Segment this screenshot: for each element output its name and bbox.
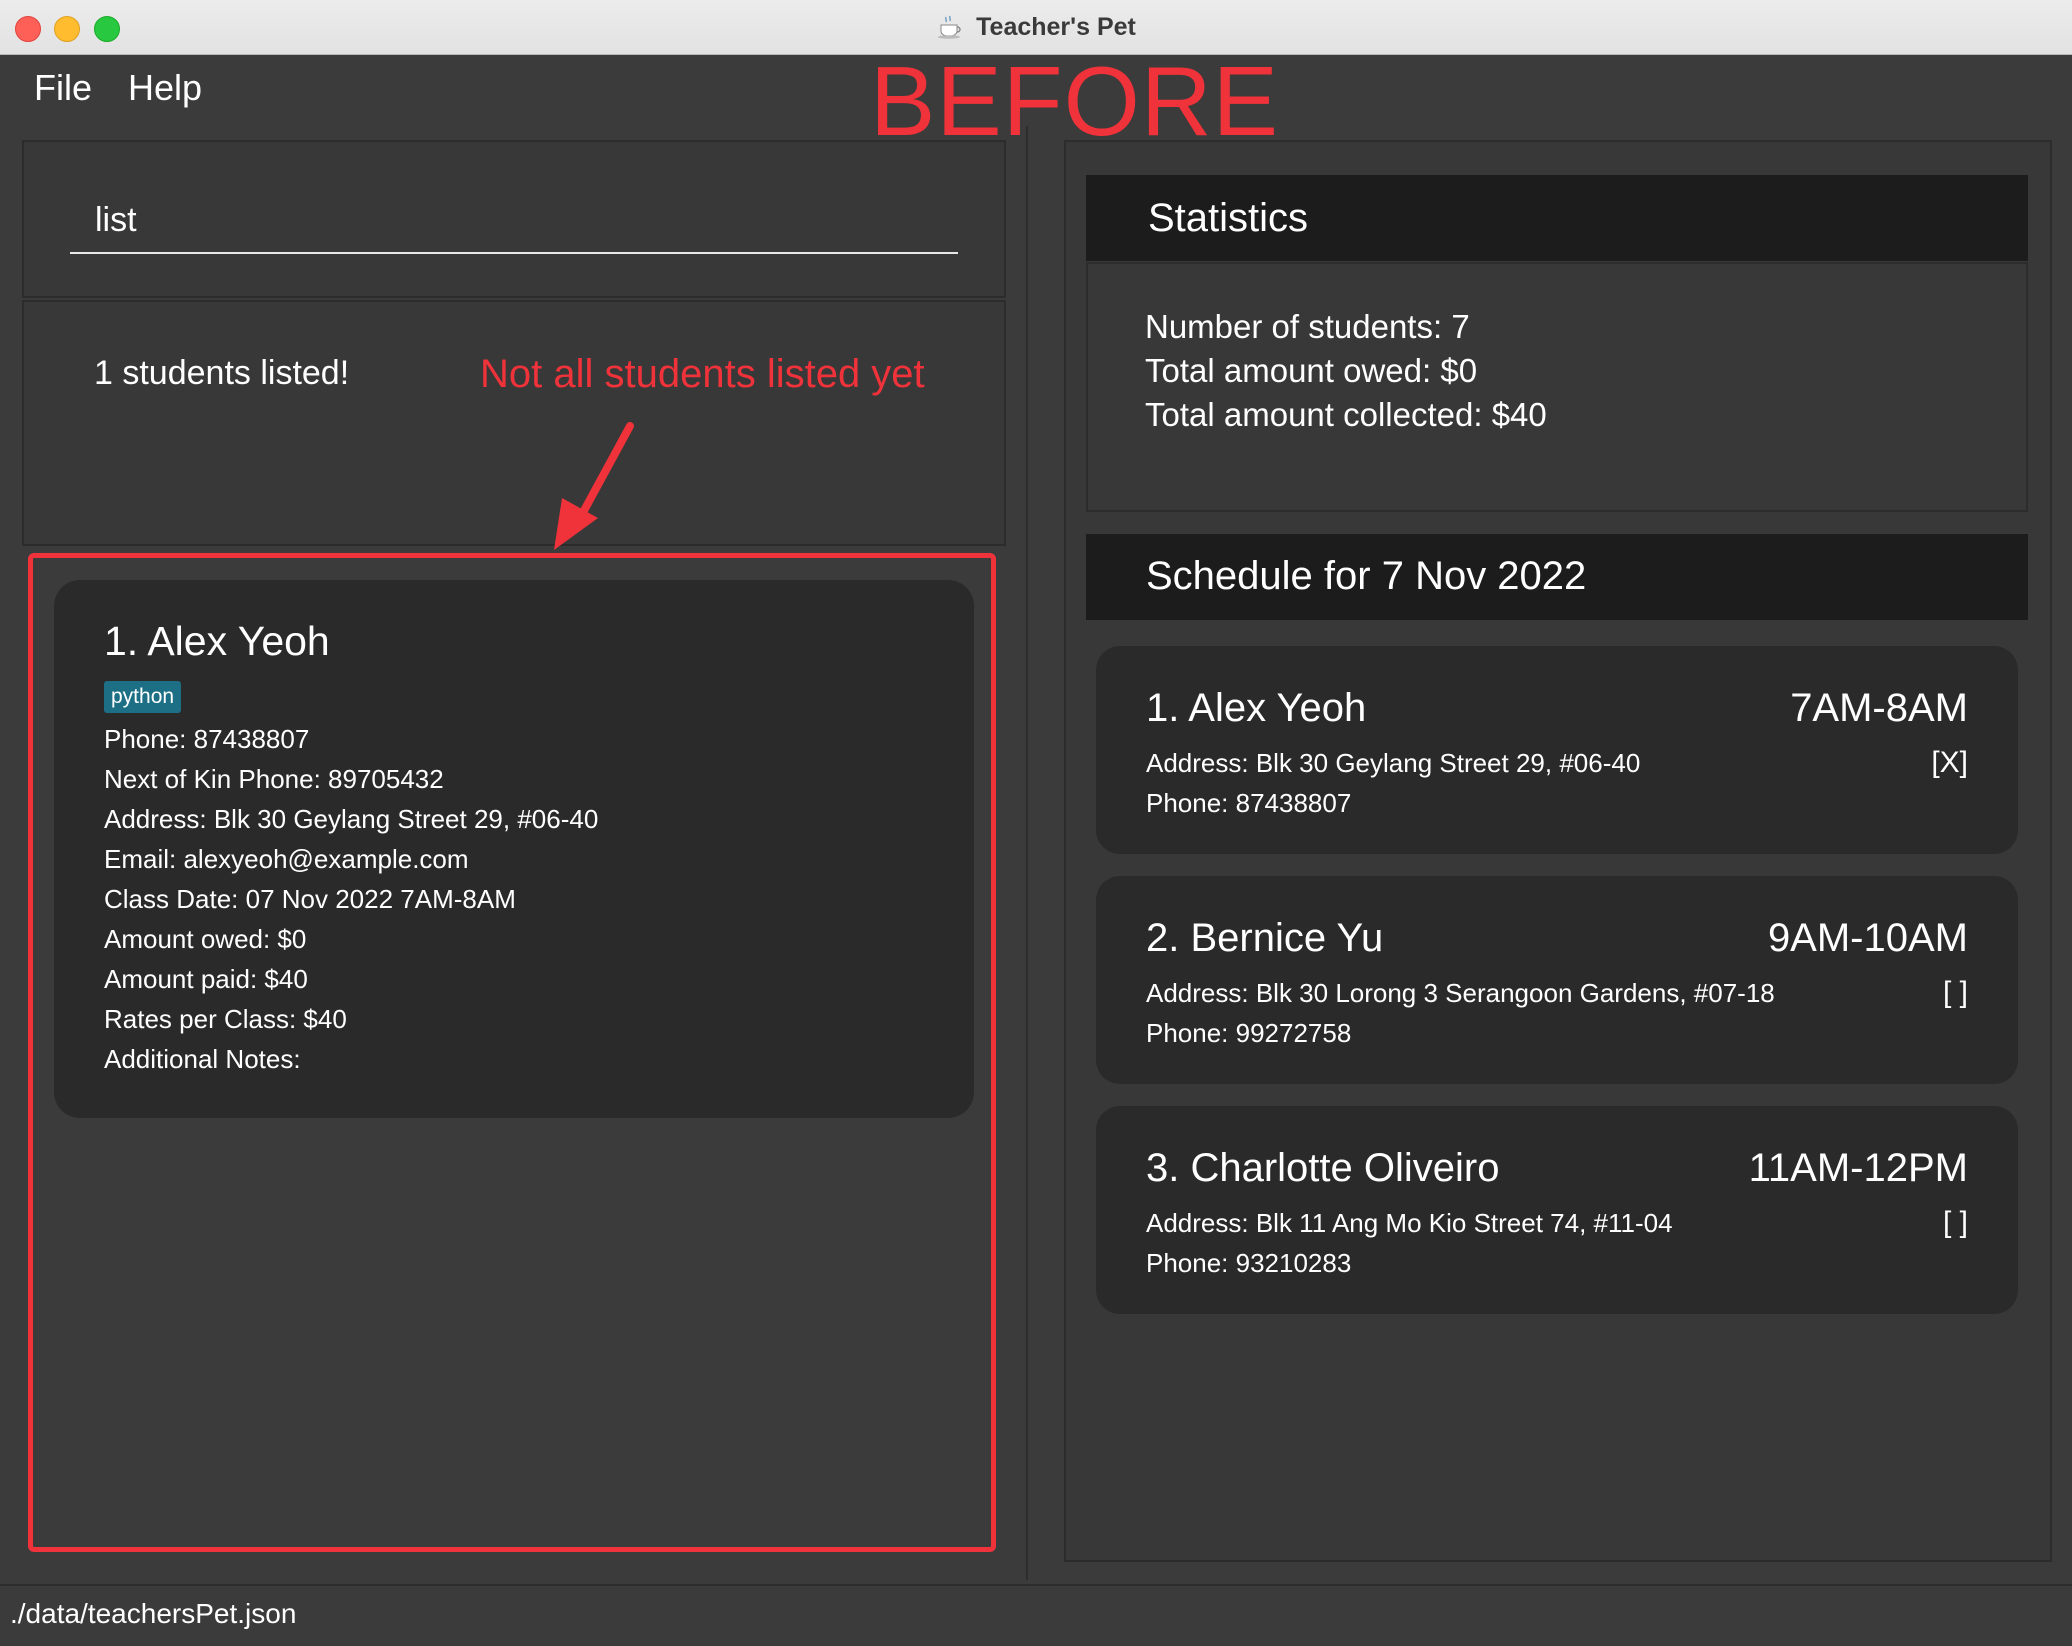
schedule-phone: Phone: 99272758 [1146,1018,1352,1048]
student-nok-phone: Next of Kin Phone: 89705432 [104,764,444,794]
schedule-student-name: 3. Charlotte Oliveiro [1146,1146,1500,1190]
result-display-panel [22,300,1006,546]
schedule-address: Address: Blk 30 Geylang Street 29, #06-4… [1146,748,1641,778]
schedule-title: Schedule for 7 Nov 2022 [1146,554,1587,598]
schedule-address: Address: Blk 30 Lorong 3 Serangoon Garde… [1146,978,1775,1008]
window-title: Teacher's Pet [976,12,1136,41]
annotation-arrow-icon [554,422,634,550]
student-phone: Phone: 87438807 [104,724,310,754]
schedule-mark-checkbox[interactable]: [ ] [1943,1206,1968,1240]
annotation-before-label: BEFORE [870,46,1279,156]
annotation-note: Not all students listed yet [480,352,925,396]
menu-file[interactable]: File [34,67,92,109]
student-name: 1. Alex Yeoh [104,618,330,664]
student-email: Email: alexyeoh@example.com [104,844,469,874]
schedule-card[interactable]: 3. Charlotte Oliveiro 11AM-12PM Address:… [1096,1106,2018,1314]
schedule-address: Address: Blk 11 Ang Mo Kio Street 74, #1… [1146,1208,1673,1238]
schedule-mark-checkbox[interactable]: [ ] [1943,976,1968,1010]
schedule-phone: Phone: 87438807 [1146,788,1352,818]
student-amount-owed: Amount owed: $0 [104,924,307,954]
student-class-date: Class Date: 07 Nov 2022 7AM-8AM [104,884,516,914]
status-file-path: ./data/teachersPet.json [10,1598,297,1629]
app-icon [938,15,961,39]
result-message: 1 students listed! [94,354,350,392]
stat-number-of-students: Number of students: 7 [1145,308,1470,345]
stat-total-collected: Total amount collected: $40 [1145,396,1547,433]
student-rates: Rates per Class: $40 [104,1004,347,1034]
schedule-card[interactable]: 2. Bernice Yu 9AM-10AM Address: Blk 30 L… [1096,876,2018,1084]
schedule-student-name: 2. Bernice Yu [1146,916,1384,960]
command-input[interactable] [70,188,958,254]
schedule-phone: Phone: 93210283 [1146,1248,1352,1278]
student-address: Address: Blk 30 Geylang Street 29, #06-4… [104,804,599,834]
schedule-time: 7AM-8AM [1790,686,1968,730]
split-divider[interactable] [1026,126,1028,1580]
schedule-time: 9AM-10AM [1767,916,1968,960]
schedule-time: 11AM-12PM [1748,1146,1968,1190]
menu-help[interactable]: Help [128,67,202,109]
student-notes: Additional Notes: [104,1044,301,1074]
schedule-card[interactable]: 1. Alex Yeoh 7AM-8AM Address: Blk 30 Gey… [1096,646,2018,854]
student-amount-paid: Amount paid: $40 [104,964,308,994]
status-bar [0,1584,2072,1646]
schedule-student-name: 1. Alex Yeoh [1146,686,1367,730]
stat-total-owed: Total amount owed: $0 [1145,352,1478,389]
student-tag: python [104,681,182,713]
schedule-mark-checkbox[interactable]: [X] [1931,746,1968,780]
statistics-title: Statistics [1148,196,1309,240]
